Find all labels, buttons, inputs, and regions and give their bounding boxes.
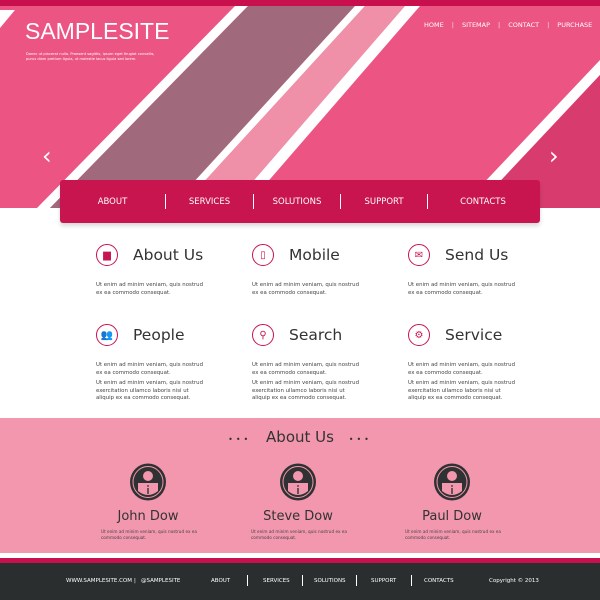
footer-link-support[interactable]: SUPPORT bbox=[371, 578, 396, 584]
chevron-right-icon[interactable]: › bbox=[549, 142, 559, 170]
member-name: John Dow bbox=[117, 509, 179, 524]
footer-link-solutions[interactable]: SOLUTIONS bbox=[314, 578, 346, 584]
top-nav-contact[interactable]: CONTACT bbox=[508, 21, 539, 29]
footer-website[interactable]: WWW.SAMPLESITE.COM bbox=[66, 578, 132, 584]
footer-link-contacts[interactable]: CONTACTS bbox=[424, 578, 454, 584]
footer-link-services[interactable]: SERVICES bbox=[263, 578, 290, 584]
team-title: About Us bbox=[266, 428, 334, 446]
site-logo[interactable]: SAMPLESITE bbox=[25, 18, 169, 45]
nav-support[interactable]: SUPPORT bbox=[341, 197, 427, 207]
team-member: Steve Dow Ut enim ad minim veniam, quis … bbox=[243, 463, 353, 541]
main-nav: ABOUT SERVICES SOLUTIONS SUPPORT CONTACT… bbox=[60, 180, 540, 223]
gear-icon: ⚙ bbox=[408, 324, 430, 346]
feature-text: Ut enim ad minim veniam, quis nostrud ex… bbox=[408, 362, 515, 376]
book-icon: ▆ bbox=[96, 244, 118, 266]
feature-title[interactable]: Mobile bbox=[289, 246, 340, 264]
feature-card: ▯ Mobile Ut enim ad minim veniam, quis no… bbox=[252, 244, 392, 296]
feature-card: ⚲ Search Ut enim ad minim veniam, quis no… bbox=[252, 324, 392, 401]
feature-text: Ut enim ad minim veniam, quis nostrud ex… bbox=[408, 282, 515, 296]
feature-card: 👥 People Ut enim ad minim veniam, quis no… bbox=[96, 324, 236, 401]
feature-text: Ut enim ad minim veniam, quis nostrud ex… bbox=[96, 282, 203, 296]
copyright: Copyright © 2013 bbox=[489, 578, 539, 584]
nav-about[interactable]: ABOUT bbox=[60, 197, 165, 207]
member-text: Ut enim ad minim veniam, quis nostrud ex… bbox=[101, 529, 197, 540]
avatar bbox=[280, 463, 316, 501]
top-bar bbox=[0, 0, 600, 6]
nav-contacts[interactable]: CONTACTS bbox=[428, 197, 538, 207]
people-icon: 👥 bbox=[96, 324, 118, 346]
member-name: Paul Dow bbox=[422, 509, 482, 524]
top-nav-home[interactable]: HOME bbox=[424, 21, 444, 29]
divider bbox=[302, 575, 303, 586]
team-member: Paul Dow Ut enim ad minim veniam, quis n… bbox=[397, 463, 507, 541]
member-name: Steve Dow bbox=[263, 509, 333, 524]
feature-title[interactable]: About Us bbox=[133, 246, 203, 264]
feature-title[interactable]: Service bbox=[445, 326, 502, 344]
team-member: John Dow Ut enim ad minim veniam, quis n… bbox=[93, 463, 203, 541]
nav-services[interactable]: SERVICES bbox=[166, 197, 253, 207]
member-text: Ut enim ad minim veniam, quis nostrud ex… bbox=[251, 529, 347, 540]
nav-solutions[interactable]: SOLUTIONS bbox=[254, 197, 340, 207]
search-icon: ⚲ bbox=[252, 324, 274, 346]
top-nav: HOME | SITEMAP | CONTACT | PURCHASE bbox=[424, 21, 593, 29]
mobile-icon: ▯ bbox=[252, 244, 274, 266]
avatar bbox=[434, 463, 470, 501]
tagline: Donec ut placerat nulla. Praesent sagitt… bbox=[26, 52, 155, 61]
feature-text: Ut enim ad minim veniam, quis nostrud ex… bbox=[408, 380, 515, 401]
top-nav-purchase[interactable]: PURCHASE bbox=[557, 21, 592, 29]
divider bbox=[411, 575, 412, 586]
envelope-icon: ✉ bbox=[408, 244, 430, 266]
chevron-left-icon[interactable]: ‹ bbox=[42, 142, 52, 170]
feature-card: ▆ About Us Ut enim ad minim veniam, quis … bbox=[96, 244, 236, 296]
dots-decoration: ••• bbox=[228, 435, 252, 444]
avatar bbox=[130, 463, 166, 501]
team-heading: ••• About Us ••• bbox=[0, 428, 600, 446]
footer: WWW.SAMPLESITE.COM | @SAMPLESITE ABOUT S… bbox=[0, 563, 600, 600]
feature-card: ⚙ Service Ut enim ad minim veniam, quis n… bbox=[408, 324, 548, 401]
feature-text: Ut enim ad minim veniam, quis nostrud ex… bbox=[96, 380, 203, 401]
top-nav-sitemap[interactable]: SITEMAP bbox=[462, 21, 490, 29]
feature-text: Ut enim ad minim veniam, quis nostrud ex… bbox=[252, 380, 359, 401]
divider bbox=[356, 575, 357, 586]
feature-text: Ut enim ad minim veniam, quis nostrud ex… bbox=[252, 282, 359, 296]
feature-title[interactable]: Search bbox=[289, 326, 342, 344]
hero-banner: SAMPLESITE Donec ut placerat nulla. Prae… bbox=[0, 0, 600, 208]
footer-handle[interactable]: @SAMPLESITE bbox=[141, 578, 180, 584]
feature-title[interactable]: Send Us bbox=[445, 246, 508, 264]
feature-title[interactable]: People bbox=[133, 326, 185, 344]
feature-text: Ut enim ad minim veniam, quis nostrud ex… bbox=[252, 362, 359, 376]
feature-text: Ut enim ad minim veniam, quis nostrud ex… bbox=[96, 362, 203, 376]
footer-link-about[interactable]: ABOUT bbox=[211, 578, 230, 584]
divider bbox=[247, 575, 248, 586]
feature-card: ✉ Send Us Ut enim ad minim veniam, quis n… bbox=[408, 244, 548, 296]
footer-separator: | bbox=[134, 578, 136, 584]
dots-decoration: ••• bbox=[348, 435, 372, 444]
member-text: Ut enim ad minim veniam, quis nostrud ex… bbox=[405, 529, 501, 540]
